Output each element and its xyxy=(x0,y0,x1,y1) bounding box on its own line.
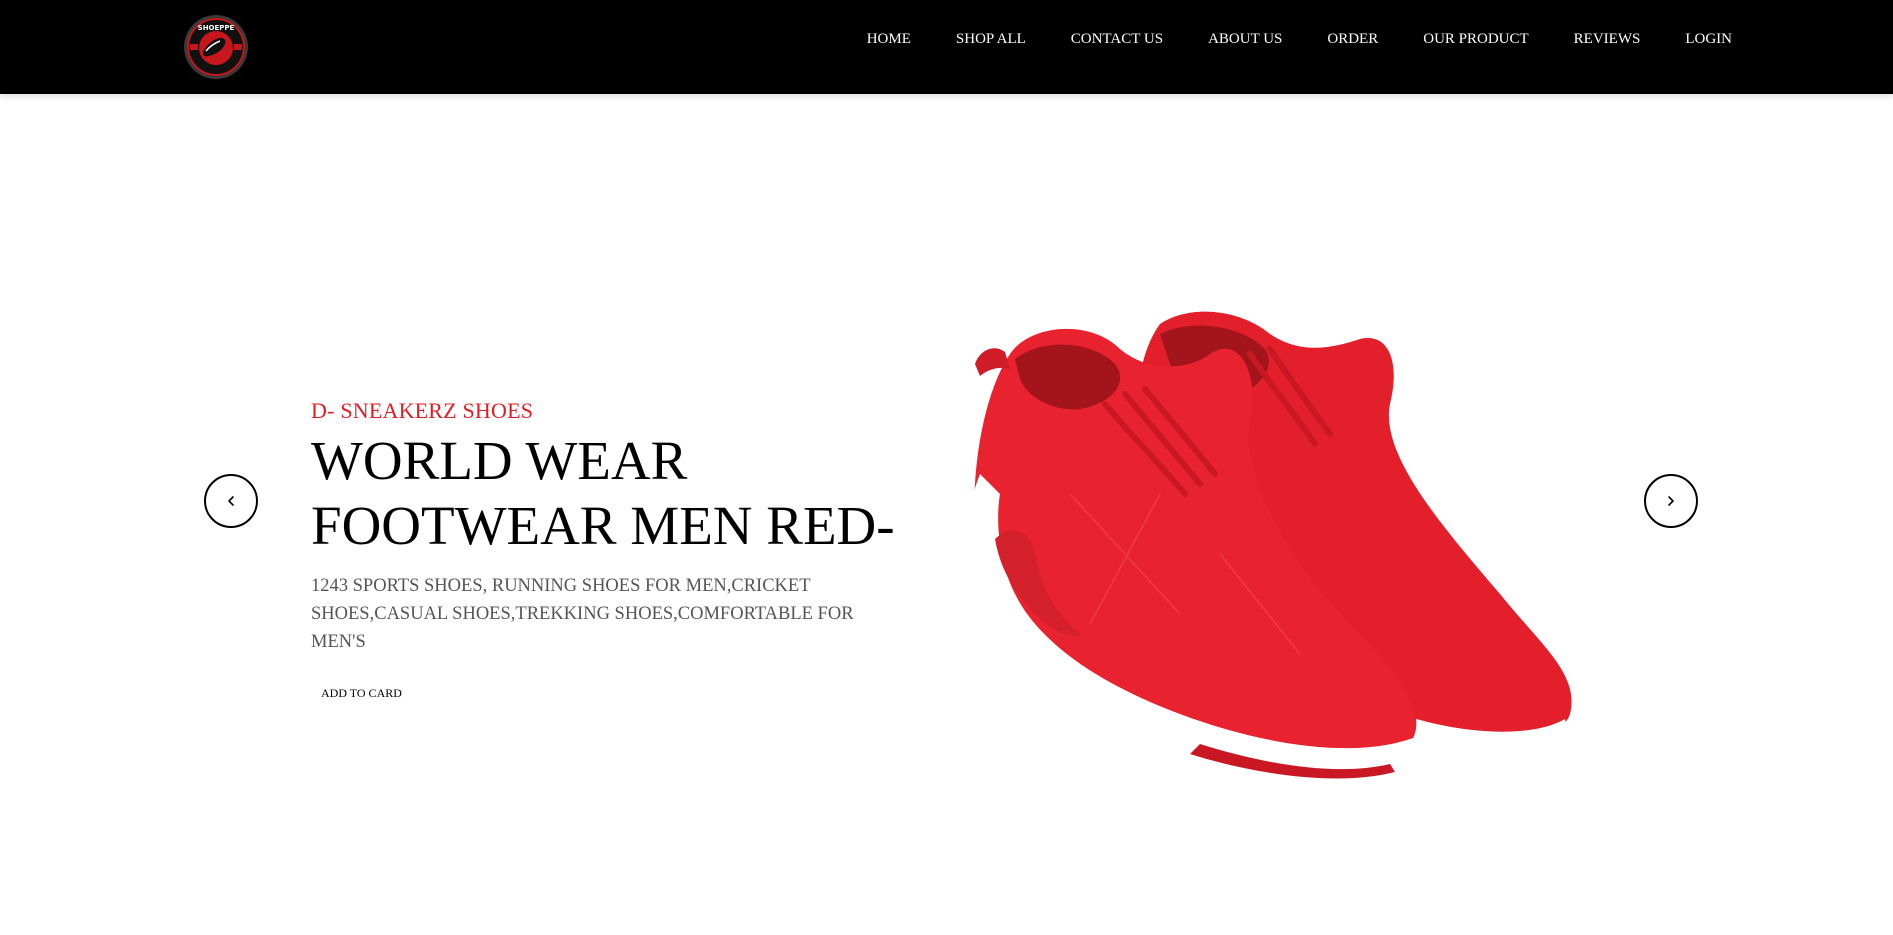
nav-link-order[interactable]: ORDER xyxy=(1305,31,1401,48)
slider-prev-button[interactable] xyxy=(204,474,258,528)
red-sneakers-image xyxy=(920,294,1590,814)
hero-text: D- SNEAKERZ SHOES WORLD WEAR FOOTWEAR ME… xyxy=(311,398,911,702)
product-subtitle: D- SNEAKERZ SHOES xyxy=(311,398,534,423)
svg-text:SHOEPPE: SHOEPPE xyxy=(198,24,235,32)
slider-next-button[interactable] xyxy=(1644,474,1698,528)
chevron-right-icon xyxy=(1668,496,1674,506)
nav-item-home: HOME xyxy=(844,31,933,48)
brand-logo[interactable]: SHOEPPE xyxy=(183,14,249,80)
sneaker-illustration xyxy=(966,311,1572,779)
nav-link-reviews[interactable]: REVIEWS xyxy=(1551,31,1663,48)
nav-link-our-product[interactable]: OUR PRODUCT xyxy=(1401,31,1551,48)
product-description: 1243 SPORTS SHOES, RUNNING SHOES FOR MEN… xyxy=(311,576,854,652)
chevron-left-icon xyxy=(228,496,234,506)
nav-item-login: LOGIN xyxy=(1663,31,1732,48)
nav-link-shop-all[interactable]: SHOP ALL xyxy=(933,31,1048,48)
headline-line-2: FOOTWEAR MEN RED- xyxy=(311,495,895,556)
shoe-logo-icon: SHOEPPE xyxy=(184,15,248,79)
main-nav: HOME SHOP ALL CONTACT US ABOUT US ORDER … xyxy=(844,31,1732,48)
nav-link-contact-us[interactable]: CONTACT US xyxy=(1048,31,1185,48)
navbar: SHOEPPE HOME SHOP ALL CONTACT US ABOUT U… xyxy=(0,0,1893,94)
headline-line-1: WORLD WEAR xyxy=(311,430,688,491)
nav-item-shop-all: SHOP ALL xyxy=(933,31,1048,48)
nav-link-home[interactable]: HOME xyxy=(844,31,933,48)
product-headline: WORLD WEAR FOOTWEAR MEN RED- xyxy=(311,428,911,558)
hero-slider: D- SNEAKERZ SHOES WORLD WEAR FOOTWEAR ME… xyxy=(0,94,1893,935)
nav-link-login[interactable]: LOGIN xyxy=(1663,31,1732,48)
nav-item-our-product: OUR PRODUCT xyxy=(1401,31,1551,48)
nav-item-contact-us: CONTACT US xyxy=(1048,31,1185,48)
add-to-card-button[interactable]: ADD TO CARD xyxy=(321,686,402,701)
nav-item-reviews: REVIEWS xyxy=(1551,31,1663,48)
nav-link-about-us[interactable]: ABOUT US xyxy=(1186,31,1305,48)
nav-item-order: ORDER xyxy=(1305,31,1401,48)
nav-item-about-us: ABOUT US xyxy=(1186,31,1305,48)
